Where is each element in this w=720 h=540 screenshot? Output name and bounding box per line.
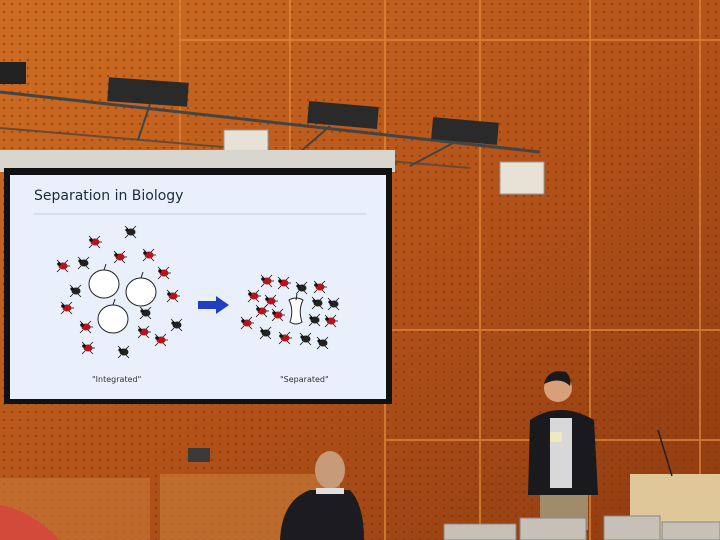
caption-separated: "Separated" bbox=[280, 375, 329, 384]
projection-screen bbox=[10, 175, 386, 399]
conference-room-photo bbox=[0, 0, 720, 540]
slide-title: Separation in Biology bbox=[34, 188, 184, 204]
speaker-right bbox=[499, 161, 545, 195]
wall-outlet bbox=[188, 448, 210, 462]
caption-integrated: "Integrated" bbox=[92, 375, 142, 384]
